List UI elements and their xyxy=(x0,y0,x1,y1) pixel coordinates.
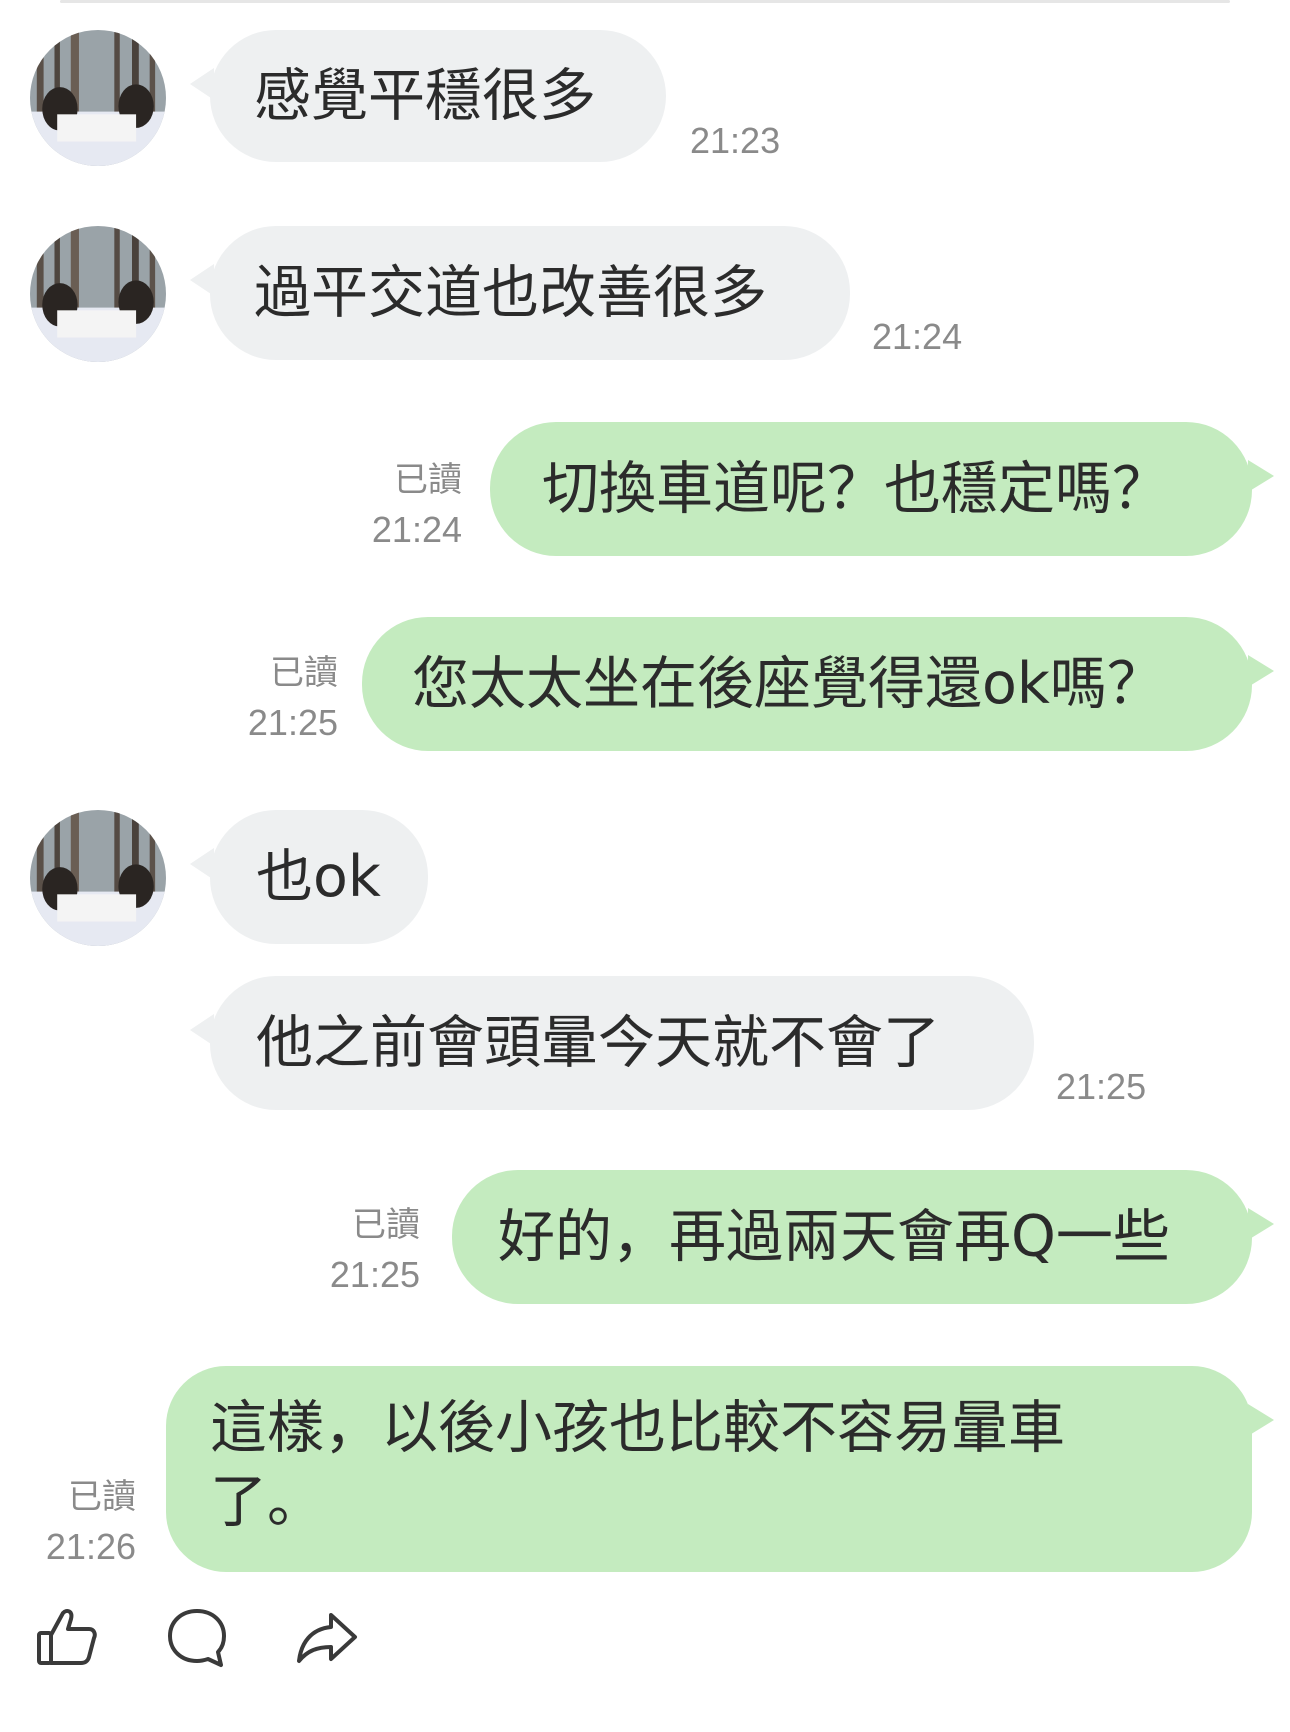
thumbs-up-icon[interactable] xyxy=(35,1605,99,1669)
message-text: 他之前會頭暈今天就不會了 xyxy=(256,1010,940,1076)
message-time: 21:24 xyxy=(371,509,462,550)
avatar-photo xyxy=(30,810,166,946)
message-bubble-outgoing[interactable]: 這樣，以後小孩也比較不容易暈車 了。 xyxy=(166,1366,1274,1572)
message-bubble-incoming[interactable]: 也ok xyxy=(190,810,428,944)
bubble-tail xyxy=(1248,1404,1274,1436)
contact-avatar[interactable] xyxy=(30,810,166,946)
read-receipt: 已讀 xyxy=(68,1478,136,1516)
comment-icon[interactable] xyxy=(165,1605,229,1669)
read-receipt: 已讀 xyxy=(352,1206,420,1244)
message-time: 21:25 xyxy=(247,702,338,743)
top-divider xyxy=(60,0,1230,3)
message-bubble-incoming[interactable]: 他之前會頭暈今天就不會了 xyxy=(190,976,1034,1110)
post-actions xyxy=(35,1605,365,1675)
share-icon[interactable] xyxy=(295,1605,359,1669)
message-meta: 已讀 21:25 xyxy=(200,648,338,748)
bubble-tail xyxy=(1248,460,1274,492)
message-text: 您太太坐在後座覺得還ok嗎？ xyxy=(412,651,1164,717)
bubble-tail xyxy=(190,68,214,100)
message-text-line-2: 了。 xyxy=(210,1469,324,1535)
message-bubble-outgoing[interactable]: 切換車道呢？也穩定嗎？ xyxy=(490,422,1274,556)
avatar-photo xyxy=(30,226,166,362)
read-receipt: 已讀 xyxy=(270,654,338,692)
message-time: 21:26 xyxy=(45,1526,136,1567)
message-meta: 已讀 21:25 xyxy=(290,1200,420,1300)
message-text: 好的，再過兩天會再Q一些 xyxy=(498,1204,1170,1270)
bubble-tail xyxy=(190,1014,214,1046)
bubble-tail xyxy=(1248,655,1274,687)
message-text: 感覺平穩很多 xyxy=(254,63,596,129)
contact-avatar[interactable] xyxy=(30,30,166,166)
message-time: 21:25 xyxy=(329,1254,420,1295)
message-time: 21:24 xyxy=(872,316,963,357)
message-meta: 已讀 21:24 xyxy=(330,455,462,555)
avatar-photo xyxy=(30,30,166,166)
message-time: 21:25 xyxy=(1056,1066,1147,1107)
message-text: 切換車道呢？也穩定嗎？ xyxy=(542,456,1169,522)
message-time: 21:23 xyxy=(690,120,781,161)
message-meta: 已讀 21:26 xyxy=(20,1472,136,1572)
contact-avatar[interactable] xyxy=(30,226,166,362)
message-bubble-outgoing[interactable]: 您太太坐在後座覺得還ok嗎？ xyxy=(362,617,1274,751)
message-text: 過平交道也改善很多 xyxy=(254,260,767,326)
bubble-tail xyxy=(1248,1208,1274,1240)
message-text-line-1: 這樣，以後小孩也比較不容易暈車 xyxy=(210,1395,1065,1461)
bubble-tail xyxy=(190,848,214,880)
message-bubble-incoming[interactable]: 過平交道也改善很多 xyxy=(190,226,850,360)
bubble-tail xyxy=(190,264,214,296)
message-bubble-incoming[interactable]: 感覺平穩很多 xyxy=(190,30,666,162)
message-bubble-outgoing[interactable]: 好的，再過兩天會再Q一些 xyxy=(452,1170,1274,1304)
message-text: 也ok xyxy=(256,844,381,910)
read-receipt: 已讀 xyxy=(394,461,462,499)
